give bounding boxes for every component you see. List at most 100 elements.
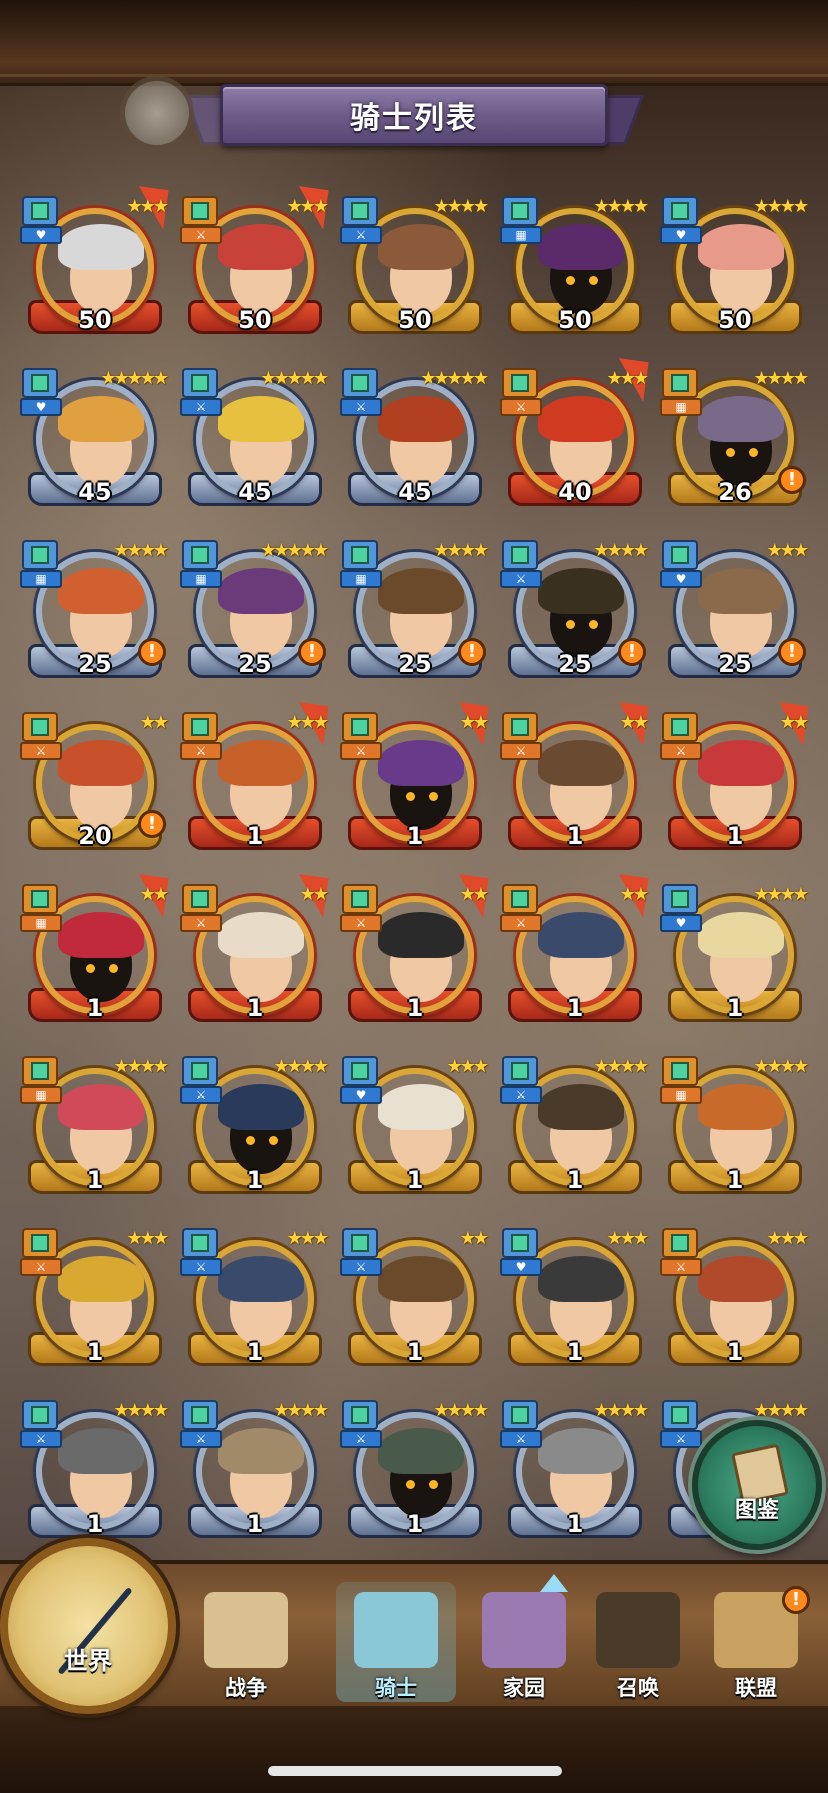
knight-card[interactable]: 1 ★★★ ⚔ — [180, 702, 329, 862]
nav-train[interactable]: 召唤 — [578, 1582, 698, 1702]
knight-card[interactable]: 50 ★★★★ ▦ — [500, 196, 649, 346]
knight-card[interactable]: 25 ★★★★ ⚔! — [500, 540, 649, 690]
codex-button[interactable]: 图鉴 — [692, 1420, 822, 1550]
class-glyph-icon — [351, 374, 369, 392]
class-badge-icon — [182, 712, 218, 742]
knight-card[interactable]: 1 ★★ ▦ — [20, 874, 169, 1034]
class-glyph-icon — [671, 1406, 689, 1424]
class-badge-icon — [342, 1056, 378, 1086]
class-badge-icon — [662, 1056, 698, 1086]
knight-card[interactable]: 1 ★★★★ ⚔ — [500, 1056, 649, 1206]
knight-level: 1 — [406, 1338, 424, 1366]
home-indicator[interactable] — [268, 1766, 562, 1776]
knight-card[interactable]: 1 ★★ ⚔ — [340, 1228, 489, 1378]
class-badge-icon — [502, 1228, 538, 1258]
sword-role-icon: ⚔ — [340, 1258, 382, 1276]
knight-card[interactable]: 1 ★★★ ⚔ — [20, 1228, 169, 1378]
nav-alliance[interactable]: 联盟! — [696, 1582, 816, 1702]
grid-role-icon: ▦ — [180, 570, 222, 588]
knight-level: 1 — [246, 994, 264, 1022]
star-rating: ★★ — [779, 712, 809, 733]
nav-label: 联盟 — [735, 1676, 777, 1700]
class-glyph-icon — [351, 1406, 369, 1424]
star-rating: ★★★★★ — [420, 368, 489, 389]
class-glyph-icon — [31, 718, 49, 736]
knight-level: 1 — [566, 822, 584, 850]
knight-card[interactable]: 1 ★★★★ ▦ — [20, 1056, 169, 1206]
class-badge-icon — [342, 1400, 378, 1430]
knight-card[interactable]: 50 ★★★ ♥ — [20, 186, 169, 346]
knight-card[interactable]: 50 ★★★ ⚔ — [180, 186, 329, 346]
knight-level: 1 — [406, 1510, 424, 1538]
knight-card[interactable]: 1 ★★★★ ⚔ — [20, 1400, 169, 1550]
knight-level: 45 — [78, 478, 112, 506]
class-badge-icon — [22, 196, 58, 226]
nav-house[interactable]: 家园 — [464, 1582, 584, 1702]
star-rating: ★★★ — [126, 196, 169, 217]
knight-card[interactable]: 45 ★★★★★ ⚔ — [180, 368, 329, 518]
star-rating: ★★★★ — [433, 540, 489, 561]
knight-level: 40 — [558, 478, 592, 506]
knight-card[interactable]: 1 ★★★★ ♥ — [660, 884, 809, 1034]
class-glyph-icon — [191, 1406, 209, 1424]
knight-card[interactable]: 40 ★★★ ⚔ — [500, 358, 649, 518]
class-badge-icon — [182, 1228, 218, 1258]
class-badge-icon — [182, 368, 218, 398]
class-badge-icon — [22, 1400, 58, 1430]
knight-card[interactable]: 1 ★★★★ ⚔ — [340, 1400, 489, 1550]
sword-role-icon: ⚔ — [500, 914, 542, 932]
class-badge-icon — [22, 712, 58, 742]
knight-card[interactable]: 1 ★★★★ ▦ — [660, 1056, 809, 1206]
class-badge-icon — [342, 712, 378, 742]
knight-card[interactable]: 1 ★★ ⚔ — [500, 702, 649, 862]
knight-card[interactable]: 1 ★★★ ♥ — [500, 1228, 649, 1378]
alert-badge-icon: ! — [782, 1586, 810, 1614]
glowing-eyes-icon — [246, 1136, 278, 1145]
star-rating: ★★ — [619, 712, 649, 733]
knight-card[interactable]: 25 ★★★★ ▦! — [340, 540, 489, 690]
knight-level: 1 — [406, 1166, 424, 1194]
knight-card[interactable]: 50 ★★★★ ♥ — [660, 196, 809, 346]
knight-card[interactable]: 1 ★★ ⚔ — [180, 874, 329, 1034]
sword-role-icon: ⚔ — [180, 914, 222, 932]
knight-card[interactable]: 25 ★★★★★ ▦! — [180, 540, 329, 690]
class-glyph-icon — [671, 546, 689, 564]
class-badge-icon — [182, 196, 218, 226]
class-glyph-icon — [511, 1062, 529, 1080]
star-rating: ★★★★ — [273, 1400, 329, 1421]
grid-role-icon: ▦ — [20, 1086, 62, 1104]
knight-card[interactable]: 1 ★★★ ⚔ — [660, 1228, 809, 1378]
class-glyph-icon — [511, 202, 529, 220]
top-wood-frame — [0, 0, 828, 86]
class-glyph-icon — [191, 374, 209, 392]
heart-role-icon: ♥ — [660, 226, 702, 244]
knight-card[interactable]: 20 ★★ ⚔! — [20, 712, 169, 862]
class-glyph-icon — [351, 546, 369, 564]
nav-map[interactable]: 战争 — [186, 1582, 306, 1702]
knight-card[interactable]: 1 ★★★★ ⚔ — [500, 1400, 649, 1550]
knight-card[interactable]: 1 ★★ ⚔ — [340, 874, 489, 1034]
knight-card[interactable]: 1 ★★ ⚔ — [660, 702, 809, 862]
knight-card[interactable]: 45 ★★★★★ ⚔ — [340, 368, 489, 518]
knight-card[interactable]: 1 ★★★★ ⚔ — [180, 1400, 329, 1550]
star-rating: ★★★★ — [433, 196, 489, 217]
sword-role-icon: ⚔ — [660, 1258, 702, 1276]
nav-knight[interactable]: 骑士 — [336, 1582, 456, 1702]
class-glyph-icon — [191, 546, 209, 564]
star-rating: ★★★ — [286, 1228, 329, 1249]
knight-card[interactable]: 1 ★★★ ♥ — [340, 1056, 489, 1206]
knight-card[interactable]: 50 ★★★★ ⚔ — [340, 196, 489, 346]
class-glyph-icon — [511, 718, 529, 736]
knight-level: 50 — [78, 306, 112, 334]
world-button[interactable]: 世界 — [0, 1538, 176, 1714]
knight-card[interactable]: 25 ★★★ ♥! — [660, 540, 809, 690]
knight-card[interactable]: 45 ★★★★★ ♥ — [20, 368, 169, 518]
knight-card[interactable]: 1 ★★★ ⚔ — [180, 1228, 329, 1378]
knight-level: 1 — [86, 1338, 104, 1366]
knight-card[interactable]: 1 ★★ ⚔ — [500, 874, 649, 1034]
knight-card[interactable]: 26 ★★★★ ▦! — [660, 368, 809, 518]
knight-card[interactable]: 25 ★★★★ ▦! — [20, 540, 169, 690]
knight-level: 50 — [238, 306, 272, 334]
knight-card[interactable]: 1 ★★ ⚔ — [340, 702, 489, 862]
knight-card[interactable]: 1 ★★★★ ⚔ — [180, 1056, 329, 1206]
